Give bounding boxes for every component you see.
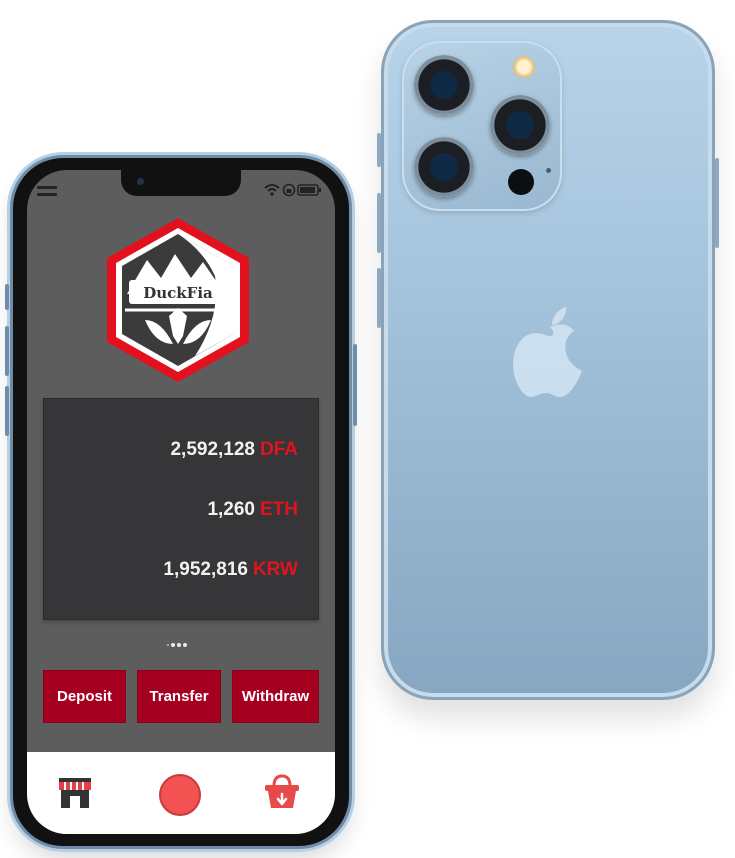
- balance-row-krw: 1,952,816 KRW: [163, 559, 298, 581]
- camera-lens-icon: [490, 95, 550, 155]
- duckfia-logo: DuckFia: [107, 218, 249, 382]
- apple-logo-icon: [513, 307, 582, 397]
- balance-amount: 1,952,816: [163, 559, 248, 580]
- shop-icon[interactable]: [57, 776, 93, 810]
- status-bar-icons: [264, 183, 321, 197]
- svg-text:DuckFia: DuckFia: [143, 284, 213, 302]
- microphone-icon: [546, 168, 551, 173]
- side-button: [353, 344, 357, 426]
- battery-icon: [297, 184, 321, 196]
- app-screen: DuckFia 2,592,128 DFA 1,260 ETH 1,952,816 K…: [27, 170, 335, 834]
- balance-unit: KRW: [252, 559, 298, 580]
- notch: [121, 170, 241, 196]
- record-button[interactable]: [159, 774, 201, 816]
- lock-rotation-icon: [282, 183, 296, 197]
- side-button: [5, 386, 9, 436]
- transfer-button[interactable]: Transfer: [137, 670, 221, 723]
- page-indicator[interactable]: [167, 634, 189, 647]
- camera-lens-icon: [414, 55, 474, 115]
- balance-card: 2,592,128 DFA 1,260 ETH 1,952,816 KRW: [43, 398, 319, 620]
- page-dot[interactable]: [167, 643, 169, 646]
- camera-module: [402, 41, 562, 211]
- menu-icon[interactable]: [37, 186, 57, 198]
- page-dot[interactable]: [183, 642, 187, 647]
- page-dot[interactable]: [177, 642, 181, 647]
- withdraw-button[interactable]: Withdraw: [232, 670, 319, 723]
- basket-download-icon[interactable]: [263, 774, 301, 810]
- side-button: [377, 268, 381, 328]
- balance-unit: DFA: [260, 439, 298, 460]
- side-button: [5, 284, 9, 310]
- balance-unit: ETH: [260, 499, 298, 520]
- balance-row-eth: 1,260 ETH: [207, 499, 298, 521]
- balance-amount: 2,592,128: [170, 439, 255, 460]
- lidar-sensor-icon: [508, 169, 534, 195]
- front-camera-icon: [137, 178, 144, 185]
- mockup-stage: DuckFia 2,592,128 DFA 1,260 ETH 1,952,816 K…: [0, 0, 735, 858]
- flash-icon: [513, 56, 535, 78]
- deposit-button[interactable]: Deposit: [43, 670, 126, 723]
- side-button: [377, 133, 381, 167]
- balance-row-dfa: 2,592,128 DFA: [170, 439, 298, 461]
- phone-front: DuckFia 2,592,128 DFA 1,260 ETH 1,952,816 K…: [5, 158, 357, 846]
- balance-amount: 1,260: [207, 499, 255, 520]
- wifi-icon: [264, 184, 280, 196]
- phone-back: [377, 20, 719, 700]
- tab-bar: [27, 752, 335, 834]
- side-button: [5, 326, 9, 376]
- page-dot[interactable]: [171, 642, 175, 647]
- side-button: [715, 158, 719, 248]
- camera-lens-icon: [414, 137, 474, 197]
- side-button: [377, 193, 381, 253]
